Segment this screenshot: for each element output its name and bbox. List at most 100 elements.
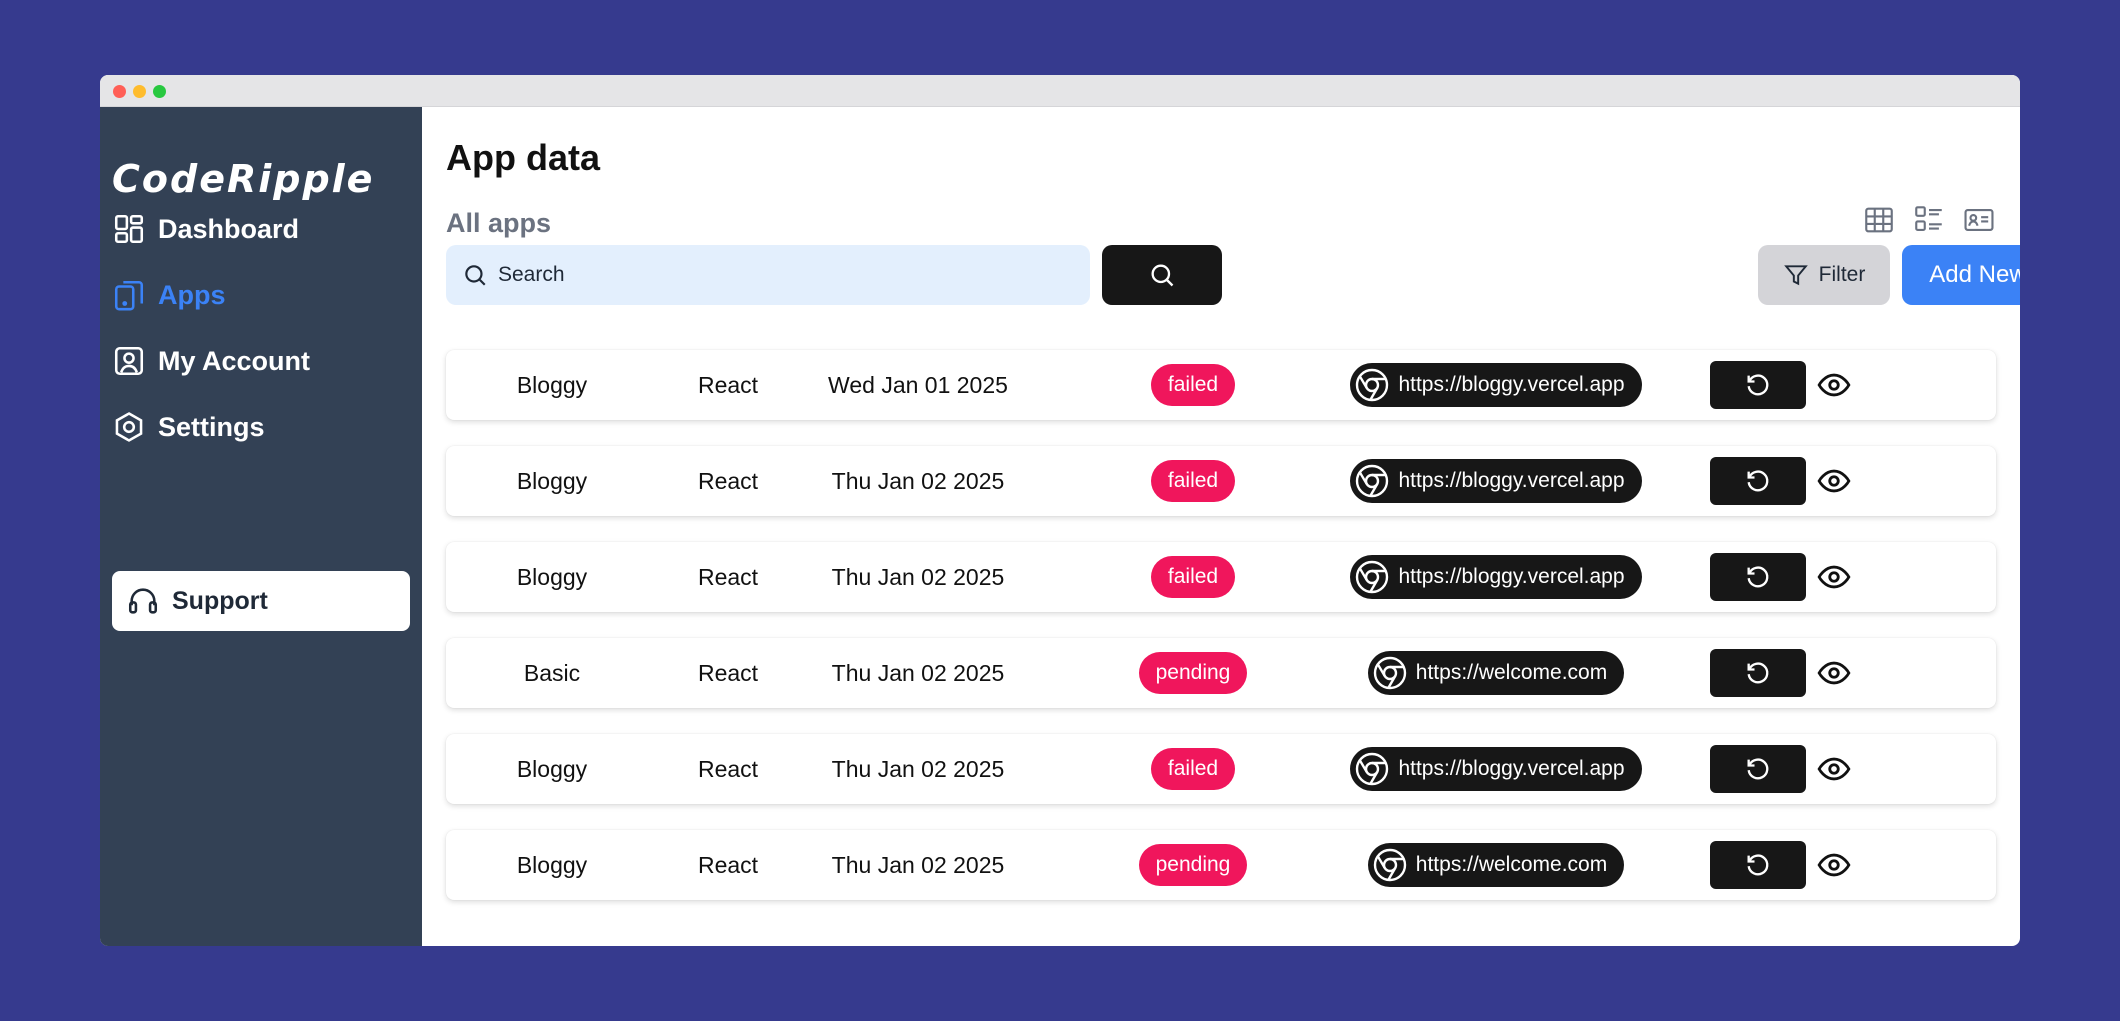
- view-mode-toggles: [1862, 203, 1996, 237]
- app-url-link[interactable]: https://bloggy.vercel.app: [1350, 459, 1642, 503]
- sidebar-item-settings[interactable]: Settings: [112, 405, 402, 449]
- redeploy-button[interactable]: [1710, 553, 1806, 601]
- table-row: Bloggy React Thu Jan 02 2025 failed http…: [446, 734, 1996, 804]
- app-url-link[interactable]: https://bloggy.vercel.app: [1350, 363, 1642, 407]
- eye-icon: [1817, 757, 1851, 781]
- search-icon: [465, 265, 486, 286]
- app-url-text: https://bloggy.vercel.app: [1398, 469, 1625, 492]
- support-button[interactable]: Support: [112, 571, 410, 631]
- view-app-button[interactable]: [1814, 461, 1854, 501]
- eye-icon: [1817, 853, 1851, 877]
- refresh-icon: [1747, 374, 1769, 396]
- url-cell: https://bloggy.vercel.app: [1326, 542, 1666, 612]
- card-view-icon[interactable]: [1962, 203, 1996, 237]
- table-row: Bloggy React Thu Jan 02 2025 failed http…: [446, 446, 1996, 516]
- search-input[interactable]: [498, 263, 1058, 287]
- url-cell: https://welcome.com: [1326, 638, 1666, 708]
- table-view-icon[interactable]: [1862, 203, 1896, 237]
- chrome-icon: [1356, 464, 1389, 498]
- app-framework: React: [697, 755, 759, 782]
- tablet-icon: [114, 280, 144, 311]
- section-title: All apps: [446, 208, 552, 238]
- table-row: Basic React Thu Jan 02 2025 pending http…: [446, 638, 1996, 708]
- actions-cell: [1710, 542, 1910, 612]
- chrome-icon: [1373, 848, 1406, 882]
- url-cell: https://bloggy.vercel.app: [1326, 350, 1666, 420]
- redeploy-button[interactable]: [1710, 649, 1806, 697]
- url-cell: https://bloggy.vercel.app: [1326, 446, 1666, 516]
- chrome-icon: [1356, 368, 1389, 402]
- app-url-link[interactable]: https://bloggy.vercel.app: [1350, 555, 1642, 599]
- view-app-button[interactable]: [1814, 749, 1854, 789]
- eye-icon: [1817, 661, 1851, 685]
- url-cell: https://welcome.com: [1326, 830, 1666, 900]
- view-app-button[interactable]: [1814, 557, 1854, 597]
- filter-button[interactable]: Filter: [1758, 245, 1890, 305]
- status-badge: pending: [1138, 844, 1248, 886]
- app-name: Bloggy: [516, 755, 588, 782]
- hexagon-settings-icon: [115, 412, 143, 442]
- sidebar-item-my-account[interactable]: My Account: [112, 339, 402, 383]
- app-url-text: https://welcome.com: [1415, 661, 1608, 684]
- search-icon: [1151, 264, 1174, 287]
- actions-cell: [1710, 350, 1910, 420]
- redeploy-button[interactable]: [1710, 457, 1806, 505]
- app-framework: React: [697, 659, 759, 686]
- support-label: Support: [172, 586, 268, 615]
- app-name: Basic: [523, 659, 581, 686]
- refresh-icon: [1747, 758, 1769, 780]
- window-titlebar: [100, 75, 2020, 107]
- app-date: Thu Jan 02 2025: [831, 851, 1005, 878]
- sidebar-item-dashboard[interactable]: Dashboard: [112, 207, 402, 251]
- sidebar-item-label: My Account: [158, 345, 311, 376]
- status-badge: pending: [1138, 652, 1248, 694]
- table-row: Bloggy React Thu Jan 02 2025 failed http…: [446, 542, 1996, 612]
- sidebar: CodeRipple Dashboard Apps My Account Set…: [100, 107, 422, 946]
- chrome-icon: [1356, 752, 1389, 786]
- brand-logo: CodeRipple: [112, 157, 375, 201]
- chrome-icon: [1356, 560, 1389, 594]
- list-view-icon[interactable]: [1912, 203, 1946, 237]
- redeploy-button[interactable]: [1710, 361, 1806, 409]
- status-badge: failed: [1150, 364, 1236, 406]
- app-url-text: https://welcome.com: [1415, 853, 1608, 876]
- url-cell: https://bloggy.vercel.app: [1326, 734, 1666, 804]
- status-badge: failed: [1150, 460, 1236, 502]
- app-date: Thu Jan 02 2025: [831, 755, 1005, 782]
- add-new-label: Add New: [1929, 261, 2020, 288]
- redeploy-button[interactable]: [1710, 745, 1806, 793]
- actions-cell: [1710, 446, 1910, 516]
- app-date: Thu Jan 02 2025: [831, 467, 1005, 494]
- app-window: CodeRipple Dashboard Apps My Account Set…: [100, 75, 2020, 946]
- refresh-icon: [1747, 470, 1769, 492]
- app-url-text: https://bloggy.vercel.app: [1398, 373, 1625, 396]
- page-title: App data: [446, 137, 601, 178]
- status-cell: failed: [1098, 542, 1288, 612]
- app-name: Bloggy: [516, 851, 588, 878]
- status-cell: pending: [1098, 830, 1288, 900]
- close-window-button[interactable]: [113, 85, 126, 98]
- redeploy-button[interactable]: [1710, 841, 1806, 889]
- view-app-button[interactable]: [1814, 365, 1854, 405]
- refresh-icon: [1747, 854, 1769, 876]
- chrome-icon: [1373, 656, 1406, 690]
- search-button[interactable]: [1102, 245, 1222, 305]
- funnel-icon: [1783, 265, 1808, 286]
- dashboard-icon: [114, 214, 144, 244]
- maximize-window-button[interactable]: [153, 85, 166, 98]
- view-app-button[interactable]: [1814, 653, 1854, 693]
- filter-label: Filter: [1818, 263, 1866, 286]
- add-new-button[interactable]: Add New: [1902, 245, 2020, 305]
- view-app-button[interactable]: [1814, 845, 1854, 885]
- refresh-icon: [1747, 566, 1769, 588]
- app-url-text: https://bloggy.vercel.app: [1398, 757, 1625, 780]
- app-url-link[interactable]: https://welcome.com: [1367, 651, 1625, 695]
- status-badge: failed: [1150, 556, 1236, 598]
- app-name: Bloggy: [516, 467, 588, 494]
- app-name: Bloggy: [516, 563, 588, 590]
- sidebar-item-apps[interactable]: Apps: [112, 273, 402, 317]
- app-url-link[interactable]: https://welcome.com: [1367, 843, 1625, 887]
- minimize-window-button[interactable]: [133, 85, 146, 98]
- actions-cell: [1710, 638, 1910, 708]
- app-url-link[interactable]: https://bloggy.vercel.app: [1350, 747, 1642, 791]
